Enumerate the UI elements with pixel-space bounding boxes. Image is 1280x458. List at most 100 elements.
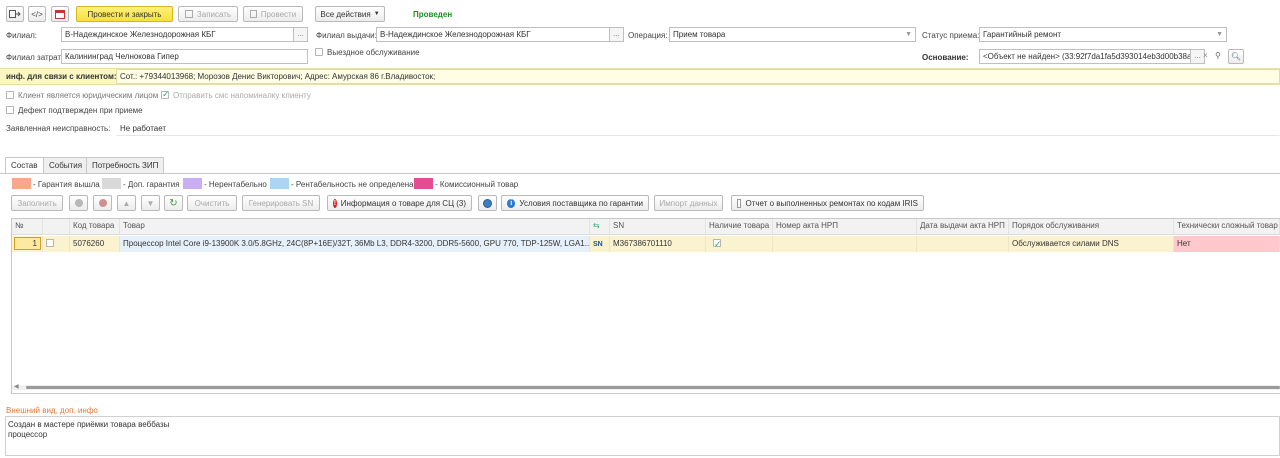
supplier-terms-button[interactable]: i Условия поставщика по гарантии — [501, 195, 649, 211]
col-header-service-order[interactable]: Порядок обслуживания — [1009, 219, 1174, 235]
code-icon-button[interactable]: </> — [28, 6, 46, 22]
product-info-button[interactable]: ! Информация о товаре для СЦ (3) — [327, 195, 472, 211]
row-num[interactable]: 1 — [12, 236, 43, 252]
issue-branch-field[interactable]: В-Надеждинское Железнодорожная КБГ — [376, 27, 610, 42]
legend-commission: - Комиссионный товар — [435, 180, 519, 189]
add-icon — [74, 199, 83, 207]
legend-swatch-extra-warranty — [102, 178, 121, 189]
row-checkbox[interactable] — [46, 239, 54, 247]
row-in-stock[interactable] — [706, 236, 773, 252]
clear-button[interactable]: Очистить — [187, 195, 237, 211]
add-row-button[interactable] — [69, 195, 88, 211]
defect-confirmed-checkbox[interactable] — [6, 106, 14, 114]
col-header-num[interactable]: № — [12, 219, 43, 235]
tab-composition[interactable]: Состав — [5, 157, 44, 174]
ext-info-field[interactable]: Создан в мастере приёмки товара веббазы … — [5, 416, 1280, 456]
supplier-terms-label: Условия поставщика по гарантии — [519, 198, 643, 208]
branch-select-button[interactable]: ... — [294, 27, 308, 42]
iris-report-button[interactable]: Отчет о выполненных ремонтах по кодам IR… — [731, 195, 924, 211]
legend-swatch-commission — [414, 178, 433, 189]
refresh-icon: ↻ — [169, 197, 178, 209]
row-check[interactable] — [43, 236, 70, 252]
operation-field[interactable]: Прием товара ▼ — [669, 27, 916, 42]
col-header-product[interactable]: Товар — [120, 219, 590, 235]
fill-button[interactable]: Заполнить — [11, 195, 63, 211]
row-service-order[interactable]: Обслуживается силами DNS — [1009, 236, 1174, 252]
legal-entity-checkbox[interactable] — [6, 91, 14, 99]
save-icon — [184, 10, 193, 18]
post-doc-icon — [249, 10, 257, 18]
clear-icon[interactable]: × — [1203, 51, 1208, 60]
post-button[interactable]: Провести — [243, 6, 303, 22]
contact-info-field[interactable]: Сот.: +79344013968; Морозов Денис Виктор… — [116, 69, 1280, 84]
branch-field[interactable]: В-Надеждинское Железнодорожная КБГ — [61, 27, 294, 42]
arrow-up-icon: ▲ — [122, 198, 131, 208]
operation-label: Операция: — [628, 31, 668, 40]
report-icon — [737, 198, 742, 208]
row-sn[interactable]: M367386701110 — [610, 236, 706, 252]
operation-value: Прием товара — [673, 30, 726, 39]
calendar-icon-button[interactable] — [51, 6, 69, 22]
move-up-button[interactable]: ▲ — [117, 195, 136, 211]
delete-row-button[interactable] — [93, 195, 112, 211]
refresh-button[interactable]: ↻ — [164, 195, 183, 211]
globe-button[interactable] — [478, 195, 497, 211]
legal-entity-label: Клиент является юридическим лицом — [18, 91, 159, 100]
post-and-close-button[interactable]: Провести и закрыть — [76, 6, 173, 22]
chevron-down-icon: ▼ — [905, 31, 912, 38]
row-act-number[interactable] — [773, 236, 917, 252]
search-button[interactable]: 🔍︎ — [1228, 49, 1244, 64]
send-sms-checkbox[interactable] — [161, 89, 170, 100]
scroll-left-icon[interactable]: ◀ — [14, 383, 19, 390]
iris-report-label: Отчет о выполненных ремонтах по кодам IR… — [745, 198, 918, 208]
row-act-date[interactable] — [917, 236, 1009, 252]
chevron-down-icon: ▼ — [1216, 31, 1223, 38]
col-header-code[interactable]: Код товара — [70, 219, 120, 235]
col-header-act-date[interactable]: Дата выдачи акта НРП — [917, 219, 1009, 235]
legend-extra-warranty: - Доп. гарантия — [123, 180, 180, 189]
field-service-checkbox[interactable] — [315, 48, 323, 56]
code-icon: </> — [31, 9, 43, 19]
generate-sn-button[interactable]: Генерировать SN — [242, 195, 320, 211]
info-red-icon: ! — [333, 198, 337, 208]
col-header-in-stock[interactable]: Наличие товара — [706, 219, 773, 235]
tab-spare-parts[interactable]: Потребность ЗИП — [86, 157, 165, 173]
field-service-label: Выездное обслуживание — [327, 48, 420, 57]
chevron-down-icon: ▼ — [373, 11, 380, 17]
globe-icon — [483, 198, 492, 208]
row-product[interactable]: Процессор Intel Core i9-13900K 3.0/5.8GH… — [120, 236, 590, 252]
basis-field[interactable]: <Объект не найден> (33:92f7da1fa5d393014… — [979, 49, 1191, 64]
status-field[interactable]: Гарантийный ремонт ▼ — [979, 27, 1227, 42]
table-scrollbar-thumb[interactable] — [26, 386, 1280, 389]
in-stock-checkbox[interactable] — [713, 237, 722, 252]
issue-branch-select-button[interactable]: ... — [610, 27, 624, 42]
col-header-sn-icon[interactable]: ⇆ — [590, 219, 610, 235]
tab-events[interactable]: События — [43, 157, 89, 173]
save-button[interactable]: Записать — [178, 6, 238, 22]
col-header-complex[interactable]: Технически сложный товар — [1174, 219, 1280, 235]
col-header-check[interactable] — [43, 219, 70, 235]
post-label: Провести — [260, 9, 297, 19]
row-code[interactable]: 5076260 — [70, 236, 120, 252]
all-actions-button[interactable]: Все действия ▼ — [315, 6, 385, 22]
calendar-icon — [55, 10, 65, 19]
move-down-button[interactable]: ▼ — [141, 195, 160, 211]
col-header-act-number[interactable]: Номер акта НРП — [773, 219, 917, 235]
sn-header-icon: ⇆ — [593, 221, 600, 230]
contact-info-label: инф. для связи с клиентом: — [6, 72, 117, 81]
row-complex[interactable]: Нет — [1174, 236, 1280, 252]
branch-label: Филиал: — [6, 31, 38, 40]
post-icon-button[interactable] — [6, 6, 24, 22]
row-sn-badge[interactable]: SN — [590, 236, 610, 252]
ext-info-line-2: процессор — [8, 430, 48, 439]
link-icon[interactable]: ⚲ — [1215, 51, 1221, 60]
import-button[interactable]: Импорт данных — [654, 195, 723, 211]
legend-unprofitable: - Нерентабельно — [204, 180, 267, 189]
cost-branch-field[interactable]: Калининград Челнокова Гипер — [61, 49, 308, 64]
legend-swatch-warranty-expired — [12, 178, 31, 189]
declared-fault-field[interactable]: Не работает — [116, 121, 1280, 136]
ext-info-line-1: Создан в мастере приёмки товара веббазы — [8, 420, 170, 429]
col-header-sn[interactable]: SN — [610, 219, 706, 235]
tab-panel-border — [0, 173, 1280, 174]
product-info-label: Информация о товаре для СЦ (3) — [340, 198, 466, 208]
